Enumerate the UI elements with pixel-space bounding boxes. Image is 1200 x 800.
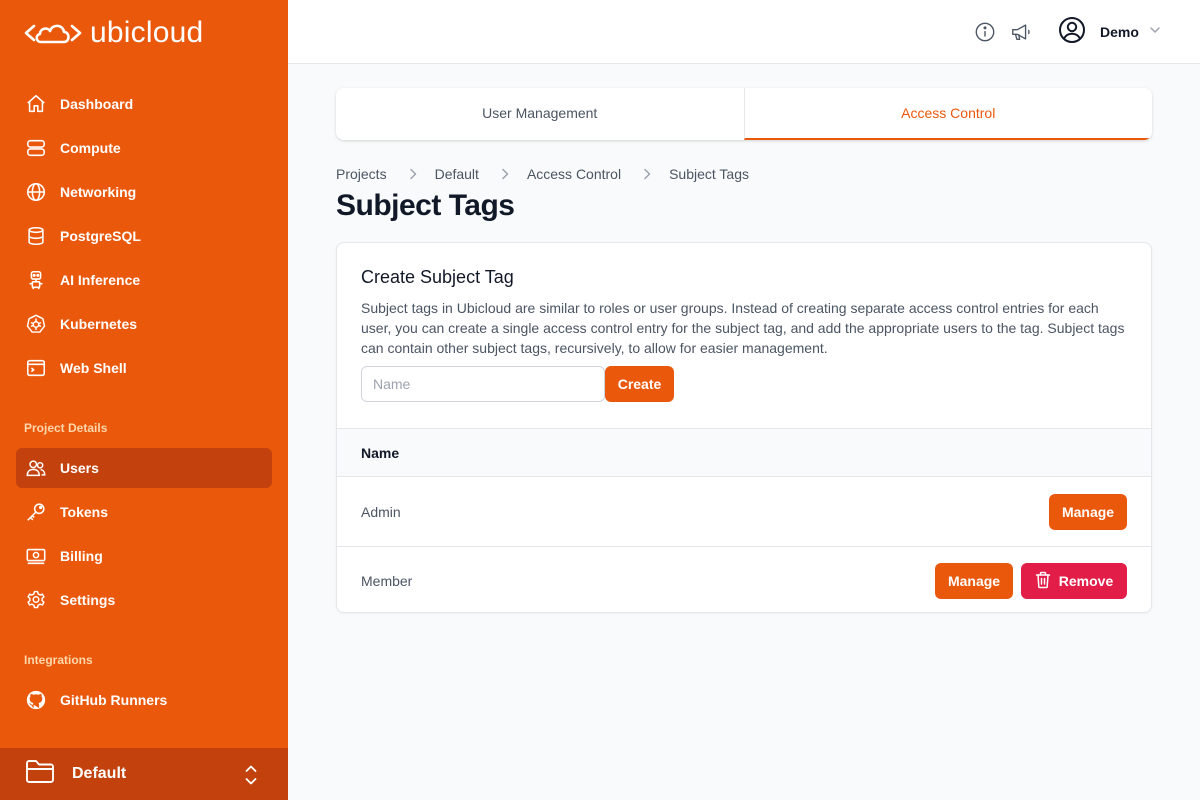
- page-title: Subject Tags: [336, 189, 515, 222]
- github-icon: [24, 688, 48, 712]
- project-switcher[interactable]: Default: [0, 748, 288, 800]
- sidebar-item-label: AI Inference: [60, 272, 141, 288]
- chevron-right-icon: [501, 168, 509, 180]
- sidebar-item-settings[interactable]: Settings: [16, 580, 272, 620]
- remove-button-label: Remove: [1058, 573, 1114, 589]
- breadcrumb-item-access-control[interactable]: Access Control: [527, 166, 621, 182]
- breadcrumb-item-subject-tags[interactable]: Subject Tags: [669, 166, 749, 182]
- breadcrumb: Projects Default Access Control Subject …: [336, 164, 749, 184]
- info-icon[interactable]: [973, 20, 997, 44]
- sidebar-item-label: GitHub Runners: [60, 692, 168, 708]
- breadcrumb-item-default[interactable]: Default: [435, 166, 479, 182]
- sidebar-item-ai-inference[interactable]: AI Inference: [16, 260, 272, 300]
- user-menu[interactable]: Demo: [1058, 16, 1161, 48]
- row-actions: Manage: [1049, 493, 1127, 530]
- sidebar-item-postgresql[interactable]: PostgreSQL: [16, 216, 272, 256]
- sidebar-item-users[interactable]: Users: [16, 448, 272, 488]
- main-nav: Dashboard Compute Networking PostgreSQL …: [16, 84, 272, 392]
- sidebar-item-billing[interactable]: Billing: [16, 536, 272, 576]
- tab-user-management[interactable]: User Management: [336, 88, 744, 140]
- row-actions: Manage Remove: [935, 563, 1127, 599]
- gear-icon: [24, 588, 48, 612]
- key-icon: [24, 500, 48, 524]
- banknote-icon: [24, 544, 48, 568]
- name-input[interactable]: [361, 366, 605, 402]
- manage-button[interactable]: Manage: [935, 563, 1013, 599]
- card-title: Create Subject Tag: [361, 267, 514, 287]
- column-header-name: Name: [361, 444, 400, 461]
- subject-tags-card: Create Subject Tag Subject tags in Ubicl…: [336, 242, 1152, 613]
- users-icon: [24, 456, 48, 480]
- home-icon: [24, 92, 48, 116]
- sidebar-item-label: Dashboard: [60, 96, 134, 112]
- table-header: Name: [337, 428, 1151, 477]
- globe-icon: [24, 180, 48, 204]
- database-icon: [24, 224, 48, 248]
- terminal-icon: [24, 356, 48, 380]
- project-switcher-label: Default: [72, 765, 127, 782]
- robot-icon: [24, 268, 48, 292]
- sidebar-item-label: Tokens: [60, 504, 108, 520]
- create-button[interactable]: Create: [605, 366, 674, 402]
- sidebar-item-label: Kubernetes: [60, 316, 138, 332]
- chevron-up-down-icon: [244, 764, 258, 791]
- sidebar-item-label: Settings: [60, 592, 116, 608]
- subject-tag-name: Member: [361, 573, 413, 589]
- remove-button[interactable]: Remove: [1021, 563, 1127, 599]
- breadcrumb-item-projects[interactable]: Projects: [336, 166, 387, 182]
- ubicloud-logo[interactable]: ubicloud: [24, 16, 203, 50]
- sidebar-item-label: Networking: [60, 184, 137, 200]
- cloud-logo-icon: [24, 24, 82, 44]
- chevron-right-icon: [409, 168, 417, 180]
- folder-icon: [24, 758, 56, 791]
- table-row: Admin Manage: [337, 477, 1151, 546]
- chevron-down-icon: [1149, 23, 1161, 41]
- brand-name: ubicloud: [90, 16, 204, 49]
- sidebar-item-compute[interactable]: Compute: [16, 128, 272, 168]
- trash-icon: [1035, 571, 1051, 592]
- sidebar: ubicloud Dashboard Compute Networking Po…: [0, 0, 288, 800]
- access-tabs: User Management Access Control: [336, 88, 1152, 140]
- table-row: Member Manage Remove: [337, 546, 1151, 612]
- manage-button[interactable]: Manage: [1049, 493, 1127, 530]
- chevron-right-icon: [643, 168, 651, 180]
- sidebar-item-label: Web Shell: [60, 360, 127, 376]
- tab-access-control[interactable]: Access Control: [743, 88, 1152, 140]
- sidebar-item-label: Billing: [60, 548, 103, 564]
- kubernetes-icon: [24, 312, 48, 336]
- user-avatar-icon: [1058, 16, 1086, 49]
- project-nav: Users Tokens Billing Settings: [16, 448, 272, 624]
- create-form: Create: [361, 366, 1127, 402]
- integrations-nav: GitHub Runners: [16, 680, 272, 724]
- sidebar-item-networking[interactable]: Networking: [16, 172, 272, 212]
- sidebar-item-dashboard[interactable]: Dashboard: [16, 84, 272, 124]
- top-bar: Demo: [288, 0, 1200, 64]
- section-title-project-details: Project Details: [24, 421, 108, 435]
- sidebar-item-github-runners[interactable]: GitHub Runners: [16, 680, 272, 720]
- sidebar-item-web-shell[interactable]: Web Shell: [16, 348, 272, 388]
- megaphone-icon[interactable]: [1009, 20, 1033, 44]
- sidebar-item-kubernetes[interactable]: Kubernetes: [16, 304, 272, 344]
- sidebar-item-tokens[interactable]: Tokens: [16, 492, 272, 532]
- server-icon: [24, 136, 48, 160]
- section-title-integrations: Integrations: [24, 653, 93, 667]
- subject-tag-name: Admin: [361, 503, 401, 520]
- create-subject-tag-section: Create Subject Tag Subject tags in Ubicl…: [337, 243, 1151, 428]
- sidebar-item-label: Compute: [60, 140, 121, 156]
- sidebar-item-label: PostgreSQL: [60, 228, 141, 244]
- sidebar-item-label: Users: [60, 460, 99, 476]
- card-description: Subject tags in Ubicloud are similar to …: [361, 300, 1125, 356]
- user-name: Demo: [1100, 24, 1139, 40]
